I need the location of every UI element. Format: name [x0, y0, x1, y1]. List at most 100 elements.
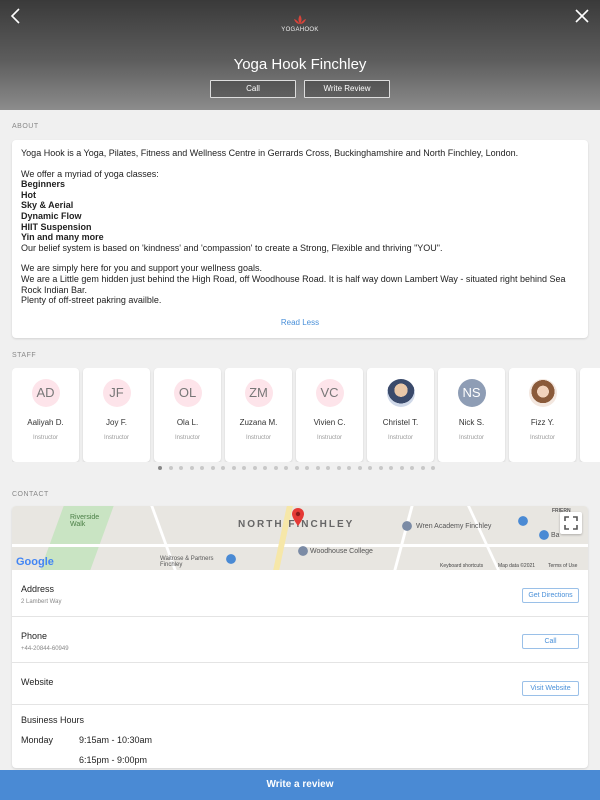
business-hours-row: Business Hours Monday 9:15am - 10:30am 6…: [12, 704, 588, 768]
pagination-dot[interactable]: [399, 466, 404, 470]
pagination-dot[interactable]: [368, 466, 372, 470]
staff-name: Nick S.: [458, 418, 485, 427]
location-map[interactable]: Riverside Walk NORTH FINCHLEY Wren Acade…: [12, 506, 588, 570]
staff-card[interactable]: Fizz Y. Instructor: [509, 368, 576, 462]
get-directions-button[interactable]: Get Directions: [522, 588, 579, 603]
contact-section-label: CONTACT: [12, 491, 49, 498]
staff-card[interactable]: NS Nick S. Instructor: [438, 368, 505, 462]
pagination-dot[interactable]: [431, 466, 435, 470]
pagination-dot[interactable]: [284, 466, 288, 470]
staff-card[interactable]: AD Aaliyah D. Instructor: [12, 368, 79, 462]
school-poi-icon: [298, 546, 308, 556]
staff-section-label: STAFF: [12, 352, 37, 359]
shop-poi-icon: [226, 554, 236, 564]
staff-name: Fizz Y.: [530, 418, 555, 427]
phone-value: +44-20844-60949: [21, 646, 69, 652]
visit-website-button[interactable]: Visit Website: [522, 681, 579, 696]
map-keyboard-shortcuts[interactable]: Keyboard shortcuts: [440, 563, 483, 569]
staff-card[interactable]: [580, 368, 600, 462]
pagination-dot[interactable]: [315, 466, 320, 470]
staff-role: Instructor: [32, 435, 58, 441]
about-belief: Our belief system is based on 'kindness'…: [21, 242, 443, 253]
pagination-dot[interactable]: [179, 466, 183, 470]
pagination-dot[interactable]: [200, 466, 204, 470]
map-label-ba: Ba: [551, 532, 560, 539]
pagination-dot[interactable]: [273, 466, 278, 470]
staff-card[interactable]: VC Vivien C. Instructor: [296, 368, 363, 462]
avatar: AD: [31, 379, 60, 407]
pagination-dot[interactable]: [336, 466, 341, 470]
class-beginners: Beginners: [21, 179, 66, 190]
google-logo: Google: [16, 556, 54, 568]
pagination-dot[interactable]: [168, 466, 173, 470]
staff-carousel[interactable]: AD Aaliyah D. Instructor JF Joy F. Instr…: [12, 368, 600, 462]
staff-name: Aaliyah D.: [27, 418, 64, 427]
staff-name: Vivien C.: [313, 418, 346, 427]
avatar: VC: [315, 379, 344, 407]
write-a-review-button[interactable]: Write a review: [0, 770, 600, 800]
staff-card[interactable]: ZM Zuzana M. Instructor: [225, 368, 292, 462]
staff-card[interactable]: Christel T. Instructor: [367, 368, 434, 462]
address-value: 2 Lambert Way: [21, 599, 62, 605]
staff-name: Zuzana M.: [239, 418, 278, 427]
pagination-dot[interactable]: [221, 466, 225, 470]
read-less-link[interactable]: Read Less: [12, 318, 588, 329]
class-yin: Yin and many more: [21, 232, 104, 243]
page-title: Yoga Hook Finchley: [233, 56, 367, 73]
pagination-dot[interactable]: [189, 466, 194, 470]
staff-card[interactable]: OL Ola L. Instructor: [154, 368, 221, 462]
pagination-dot[interactable]: [231, 466, 236, 470]
staff-card[interactable]: JF Joy F. Instructor: [83, 368, 150, 462]
lotus-logo-icon: [294, 15, 306, 24]
map-label-wren: Wren Academy Finchley: [416, 523, 492, 530]
pagination-dot[interactable]: [158, 466, 162, 470]
hours-time: 9:15am - 10:30am: [79, 735, 153, 745]
map-fullscreen-button[interactable]: [560, 512, 582, 534]
pagination-dot[interactable]: [305, 466, 309, 470]
pagination-dot[interactable]: [389, 466, 393, 470]
location-pin-icon[interactable]: [292, 508, 304, 526]
address-row: Address 2 Lambert Way Get Directions: [12, 570, 588, 616]
hours-day: Monday: [21, 735, 54, 745]
close-icon[interactable]: [572, 6, 592, 26]
staff-role: Instructor: [458, 435, 484, 441]
pagination-dot[interactable]: [294, 466, 299, 470]
avatar-photo: [528, 379, 557, 407]
about-parking: Plenty of off-street pakring availble.: [21, 295, 162, 306]
avatar: ZM: [244, 379, 273, 407]
pagination-dot[interactable]: [410, 466, 414, 470]
contact-call-button[interactable]: Call: [522, 634, 579, 649]
header-write-review-button[interactable]: Write Review: [304, 80, 390, 98]
logo-text: YOGAHOOK: [281, 27, 319, 33]
header-call-button[interactable]: Call: [210, 80, 296, 98]
contact-card: Riverside Walk NORTH FINCHLEY Wren Acade…: [12, 506, 588, 768]
avatar-photo: [386, 379, 415, 407]
school-poi-icon: [402, 521, 412, 531]
pagination-dot[interactable]: [378, 466, 383, 470]
pagination-dot[interactable]: [347, 466, 351, 470]
fullscreen-icon: [564, 516, 578, 530]
pagination-dot[interactable]: [242, 466, 246, 470]
class-dynamic-flow: Dynamic Flow: [21, 210, 82, 221]
pagination-dot[interactable]: [210, 466, 215, 470]
map-road: [467, 506, 500, 570]
map-data-credit: Map data ©2021: [498, 563, 536, 569]
avatar: OL: [173, 379, 202, 407]
pagination-dot[interactable]: [420, 466, 425, 470]
about-support: We are simply here for you and support y…: [21, 263, 262, 274]
pagination-dot[interactable]: [252, 466, 257, 470]
header: YOGAHOOK Yoga Hook Finchley Call Write R…: [0, 0, 600, 110]
staff-role: Instructor: [316, 435, 342, 441]
class-hot: Hot: [21, 189, 36, 200]
pagination-dot[interactable]: [326, 466, 330, 470]
staff-role: Instructor: [529, 435, 555, 441]
map-terms-link[interactable]: Terms of Use: [548, 563, 577, 569]
business-hours-label: Business Hours: [21, 715, 85, 725]
pagination-dot[interactable]: [357, 466, 362, 470]
avatar: NS: [457, 379, 486, 407]
back-chevron-icon[interactable]: [6, 6, 26, 26]
staff-name: Christel T.: [382, 418, 419, 427]
pagination-dot[interactable]: [263, 466, 267, 470]
about-location: We are a Little gem hidden just behind t…: [21, 273, 566, 295]
class-hiit-suspension: HIIT Suspension: [21, 221, 92, 232]
